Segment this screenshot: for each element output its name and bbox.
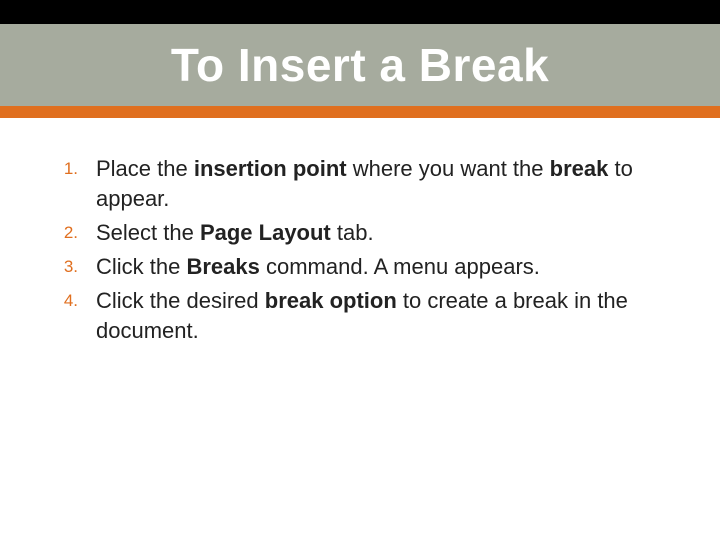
slide-header: To Insert a Break xyxy=(0,0,720,118)
list-item: 4. Click the desired break option to cre… xyxy=(50,286,670,346)
list-number: 3. xyxy=(50,252,96,282)
list-text: Select the Page Layout tab. xyxy=(96,218,670,248)
text-segment: Select the xyxy=(96,220,200,245)
bold-text: Page Layout xyxy=(200,220,331,245)
list-text: Place the insertion point where you want… xyxy=(96,154,670,214)
list-text: Click the desired break option to create… xyxy=(96,286,670,346)
list-item: 3. Click the Breaks command. A menu appe… xyxy=(50,252,670,282)
list-number: 4. xyxy=(50,286,96,316)
text-segment: where you want the xyxy=(347,156,550,181)
bold-text: break option xyxy=(265,288,397,313)
text-segment: Place the xyxy=(96,156,194,181)
list-item: 2. Select the Page Layout tab. xyxy=(50,218,670,248)
header-black-bar xyxy=(0,0,720,24)
text-segment: Click the desired xyxy=(96,288,265,313)
list-text: Click the Breaks command. A menu appears… xyxy=(96,252,670,282)
bold-text: Breaks xyxy=(186,254,259,279)
bold-text: insertion point xyxy=(194,156,347,181)
bold-text: break xyxy=(550,156,609,181)
text-segment: Click the xyxy=(96,254,186,279)
list-number: 2. xyxy=(50,218,96,248)
text-segment: tab. xyxy=(331,220,374,245)
list-item: 1. Place the insertion point where you w… xyxy=(50,154,670,214)
header-title-bar: To Insert a Break xyxy=(0,24,720,106)
header-orange-bar xyxy=(0,106,720,118)
slide-title: To Insert a Break xyxy=(171,38,549,92)
slide-content: 1. Place the insertion point where you w… xyxy=(0,118,720,346)
text-segment: command. A menu appears. xyxy=(260,254,540,279)
list-number: 1. xyxy=(50,154,96,184)
